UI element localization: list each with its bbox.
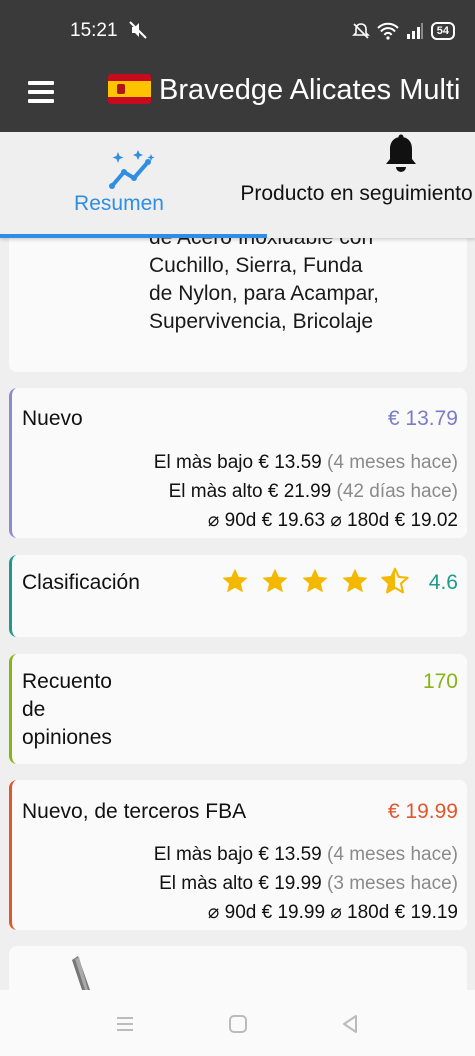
tab-producto-label: Producto en seguimiento: [240, 182, 473, 205]
page-title: Bravedge Alicates Multi: [159, 74, 461, 106]
fba-lowest: El màs bajo € 13.59 (4 meses hace): [154, 840, 458, 869]
avg90-label: ⌀ 90d: [207, 510, 257, 531]
dnd-bell-icon: [351, 23, 370, 39]
fba-price-card[interactable]: Nuevo, de terceros FBA € 19.99 El màs ba…: [9, 780, 467, 930]
recent-apps-icon[interactable]: [113, 1012, 137, 1036]
fba-price: € 19.99: [387, 800, 458, 823]
reviews-card[interactable]: Recuento de opiniones 170: [9, 654, 467, 764]
status-icons: 54: [351, 20, 455, 42]
avg180-price: € 19.19: [394, 902, 458, 923]
nuevo-label: Nuevo: [22, 407, 83, 430]
highest-label: El màs alto: [168, 481, 263, 502]
fba-label: Nuevo, de terceros FBA: [22, 800, 247, 823]
rating-stars: [221, 567, 409, 595]
tab-bar: Resumen Producto en seguimiento: [0, 132, 475, 238]
avg90-price: € 19.99: [261, 902, 326, 923]
tab-resumen[interactable]: Resumen: [0, 132, 267, 238]
fba-averages: ⌀ 90d € 19.99 ⌀ 180d € 19.19: [208, 898, 458, 927]
highest-when: (3 meses hace): [327, 873, 458, 894]
lowest-price: € 13.59: [258, 452, 322, 473]
tab-producto-en-seguimiento[interactable]: Producto en seguimiento: [238, 132, 475, 238]
star-half-icon: [381, 567, 409, 594]
back-icon[interactable]: [338, 1012, 362, 1036]
product-title-line: Supervivencia, Bricolaje: [149, 310, 374, 333]
lowest-price: € 13.59: [258, 844, 322, 865]
product-title-line: de Acero Inoxidable con: [149, 238, 373, 253]
product-title-line: Cuchillo, Sierra, Funda: [149, 254, 363, 277]
battery-indicator: 54: [430, 22, 455, 40]
lowest-label: El màs bajo: [153, 452, 254, 473]
product-title-card: de Acero Inoxidable con Cuchillo, Sierra…: [9, 238, 467, 372]
highest-label: El màs alto: [159, 873, 254, 894]
lowest-when: (4 meses hace): [327, 452, 458, 473]
fba-highest: El màs alto € 19.99 (3 meses hace): [159, 869, 458, 898]
tab-resumen-label: Resumen: [74, 192, 164, 215]
sparkle-chart-icon: [109, 150, 155, 189]
avg180-label: ⌀ 180d: [330, 902, 390, 923]
menu-icon[interactable]: [28, 81, 54, 105]
nuevo-price-card[interactable]: Nuevo € 13.79 El màs bajo € 13.59 (4 mes…: [9, 388, 467, 538]
app-bar: Bravedge Alicates Multi: [0, 62, 475, 132]
home-icon[interactable]: [226, 1012, 250, 1036]
product-title-line: de Nylon, para Acampar,: [149, 282, 379, 305]
rating-label: Clasificación: [22, 571, 140, 594]
nuevo-lowest: El màs bajo € 13.59 (4 meses hace): [154, 448, 458, 477]
lowest-label: El màs bajo: [153, 844, 254, 865]
star-filled-icon: [222, 568, 248, 593]
status-time: 15:21: [70, 20, 118, 41]
nuevo-highest: El màs alto € 21.99 (42 días hace): [169, 477, 458, 506]
reviews-label: Recuento de opiniones: [22, 670, 112, 749]
star-filled-icon: [302, 568, 328, 593]
highest-when: (42 días hace): [336, 481, 458, 502]
lowest-when: (4 meses hace): [327, 844, 458, 865]
product-thumbnail: [72, 956, 90, 990]
avg90-label: ⌀ 90d: [207, 902, 257, 923]
bell-icon: [386, 134, 416, 172]
rating-value: 4.6: [428, 571, 458, 594]
star-filled-icon: [262, 568, 288, 593]
system-nav-bar: [0, 990, 475, 1056]
nuevo-price: € 13.79: [387, 407, 458, 430]
rating-card[interactable]: Clasificación 4.6: [9, 555, 467, 637]
active-tab-indicator: [0, 234, 267, 238]
highest-price: € 19.99: [258, 873, 322, 894]
reviews-value: 170: [422, 670, 458, 693]
signal-icon: [406, 23, 423, 39]
highest-price: € 21.99: [267, 481, 332, 502]
star-filled-icon: [342, 568, 368, 593]
content-scroll[interactable]: de Acero Inoxidable con Cuchillo, Sierra…: [0, 238, 475, 990]
wifi-icon: [377, 22, 399, 40]
avg90-price: € 19.63: [261, 510, 326, 531]
product-image-card[interactable]: [9, 946, 467, 990]
mute-icon: [129, 21, 147, 39]
avg180-label: ⌀ 180d: [330, 510, 390, 531]
avg180-price: € 19.02: [394, 510, 458, 531]
nuevo-averages: ⌀ 90d € 19.63 ⌀ 180d € 19.02: [208, 506, 458, 535]
status-bar: 15:21 54: [0, 0, 475, 62]
spain-flag-icon: [108, 74, 151, 104]
